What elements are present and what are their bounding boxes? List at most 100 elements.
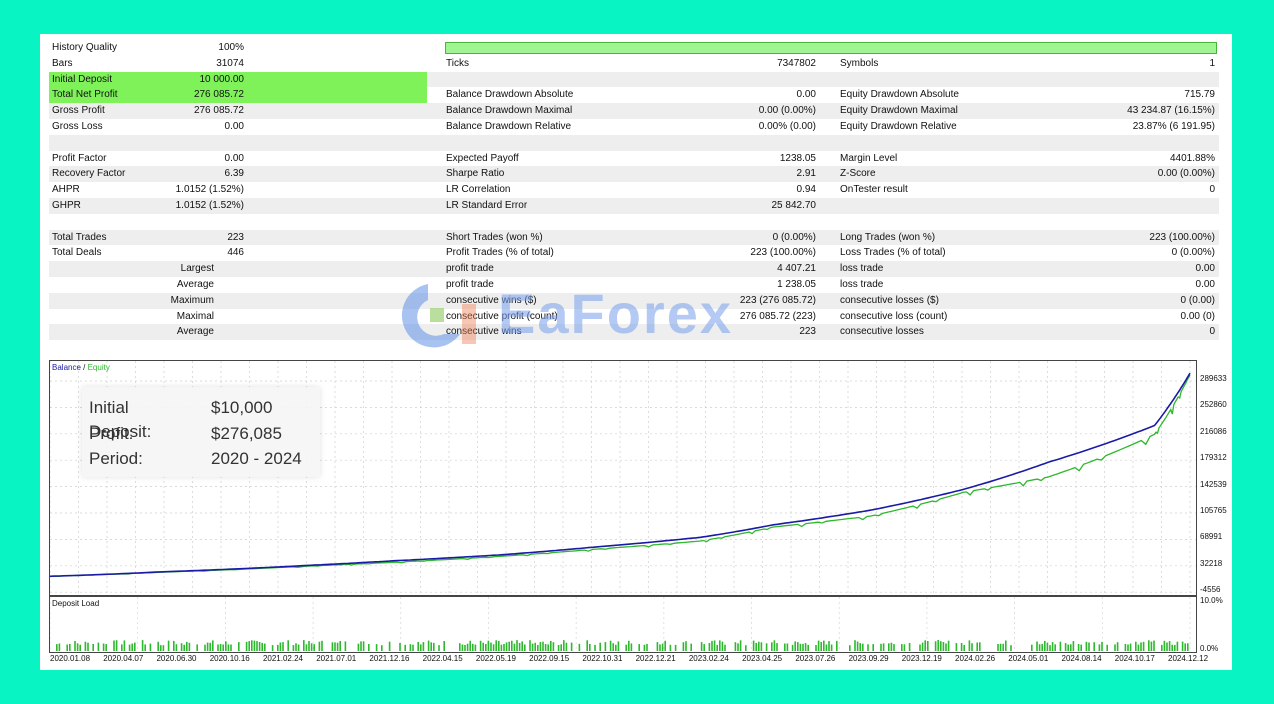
deposit-load-bar <box>901 644 903 651</box>
stat-label: Loss Trades (% of total) <box>840 247 946 259</box>
deposit-load-bar <box>420 644 422 651</box>
deposit-load-bar <box>388 641 391 651</box>
stat-value: 0.00 <box>224 120 244 132</box>
deposit-load-bar <box>404 644 406 651</box>
deposit-load-bar <box>547 644 549 651</box>
deposit-load-bar <box>612 643 614 651</box>
stat-value: 0.00 <box>1195 278 1215 290</box>
deposit-load-bar <box>175 644 178 651</box>
deposit-load-bar <box>979 642 981 651</box>
stat-value: 0.00 <box>224 152 244 164</box>
deposit-load-bar <box>1072 641 1075 651</box>
stat-value: 715.79 <box>1184 89 1215 101</box>
deposit-load-bar <box>438 645 440 651</box>
deposit-load-bar <box>362 641 365 651</box>
deposit-load-bar <box>589 643 591 651</box>
deposit-load-bar <box>1010 645 1012 651</box>
legend-balance: Balance <box>52 363 81 372</box>
deposit-load-bar <box>66 644 68 651</box>
deposit-load-bar <box>115 640 118 651</box>
stat-value: 31074 <box>216 57 244 69</box>
stat-value: 25 842.70 <box>771 199 817 211</box>
deposit-load-bar <box>1041 643 1043 651</box>
stat-label: Recovery Factor <box>52 168 126 180</box>
deposit-load-bar <box>339 641 341 651</box>
deposit-load-bar <box>1049 645 1051 651</box>
deposit-load-bar <box>162 645 165 651</box>
deposit-load-bar <box>940 641 942 651</box>
stats-row: Total Deals 446 Profit Trades (% of total)… <box>49 245 1219 261</box>
deposit-load-bar <box>524 644 526 651</box>
deposit-load-bar <box>1106 644 1108 651</box>
strategy-tester-report: History Quality 100% Bars 31074 Ticks 7347802… <box>40 34 1232 670</box>
stats-row: AHPR 1.0152 (1.52%) LR Correlation 0.94 OnTe… <box>49 182 1219 198</box>
deposit-load-bar <box>908 643 911 651</box>
stat-label: consecutive wins <box>446 326 522 338</box>
deposit-load-bar <box>685 641 687 651</box>
y-tick-label: 32218 <box>1200 558 1223 568</box>
deposit-load-bar <box>890 642 893 651</box>
x-tick-label: 2022.09.15 <box>529 654 570 663</box>
deposit-load-bar <box>937 640 939 651</box>
deposit-load-bar <box>604 642 607 651</box>
deposit-load-bar <box>934 641 937 651</box>
deposit-load-bar <box>893 644 895 651</box>
stat-value: 43 234.87 (16.15%) <box>1127 105 1215 117</box>
stat-value: 1.0152 (1.52%) <box>175 199 244 211</box>
deposit-load-bar <box>630 643 633 651</box>
summary-period-key: Period: <box>89 449 143 468</box>
deposit-load-bar <box>131 643 133 651</box>
stat-label: Short Trades (won %) <box>446 231 543 243</box>
deposit-load-bar <box>1163 640 1166 651</box>
stats-row: Profit Factor 0.00 Expected Payoff 1238.05 M… <box>49 151 1219 167</box>
y-tick-label: 105765 <box>1200 506 1227 515</box>
deposit-load-bar <box>1153 640 1155 651</box>
deposit-load-bar <box>287 640 289 651</box>
stats-row: Gross Profit 276 085.72 Balance Drawdown M… <box>49 103 1219 119</box>
deposit-load-bar <box>1184 643 1186 651</box>
stats-table: History Quality 100% Bars 31074 Ticks 7347802… <box>49 40 1219 341</box>
stat-value: 6.39 <box>224 168 244 180</box>
history-quality-value: 100% <box>218 42 244 53</box>
deposit-load-bar <box>997 644 999 651</box>
deposit-load-bar <box>903 644 906 651</box>
deposit-load-bar <box>336 642 339 651</box>
deposit-load-bar <box>999 643 1002 651</box>
deposit-load-bar <box>539 642 542 651</box>
deposit-load-bar <box>344 641 347 651</box>
deposit-load-bar <box>1064 643 1067 651</box>
deposit-load-bar <box>1005 640 1007 651</box>
deposit-load-bar <box>804 643 807 651</box>
stat-value: 0.00 (0) <box>1180 310 1215 322</box>
deposit-load-bar <box>310 643 313 651</box>
deposit-load-bar <box>505 642 508 651</box>
deposit-load-bar <box>1181 641 1184 651</box>
deposit-load-bar <box>921 642 924 651</box>
stat-group-label: Maximum <box>170 294 214 306</box>
y-tick-label: 216086 <box>1200 426 1227 436</box>
stats-row: Total Net Profit 276 085.72 Balance Drawdo… <box>49 87 1219 104</box>
y-tick-label: 252860 <box>1200 400 1227 410</box>
stat-value: 10 000.00 <box>199 73 245 85</box>
deposit-load-bar <box>253 640 256 651</box>
deposit-load-bar <box>479 640 482 651</box>
deposit-load-bar <box>1038 644 1041 651</box>
deposit-load-bar <box>1093 642 1095 651</box>
deposit-load-bar <box>976 642 978 651</box>
deposit-load-bar <box>791 644 794 651</box>
deposit-load-bar <box>427 640 430 651</box>
deposit-load-bar <box>466 643 469 651</box>
deposit-load-bar <box>968 640 971 651</box>
deposit-load-bar <box>459 643 461 651</box>
deposit-load-bar <box>160 645 162 651</box>
deposit-load-bar <box>1174 644 1176 651</box>
deposit-load-bar <box>196 644 198 651</box>
deposit-load-bar <box>1148 640 1150 651</box>
deposit-load-bar <box>321 640 323 651</box>
x-tick-label: 2023.12.19 <box>901 654 942 663</box>
stat-label: Gross Loss <box>52 120 103 132</box>
stat-value: 1 <box>1209 57 1215 69</box>
stat-value: 0 <box>1209 184 1215 196</box>
stats-row: Total Trades 223 Short Trades (won %) 0 (0.… <box>49 229 1219 246</box>
y-tick-label: 142539 <box>1200 479 1227 489</box>
